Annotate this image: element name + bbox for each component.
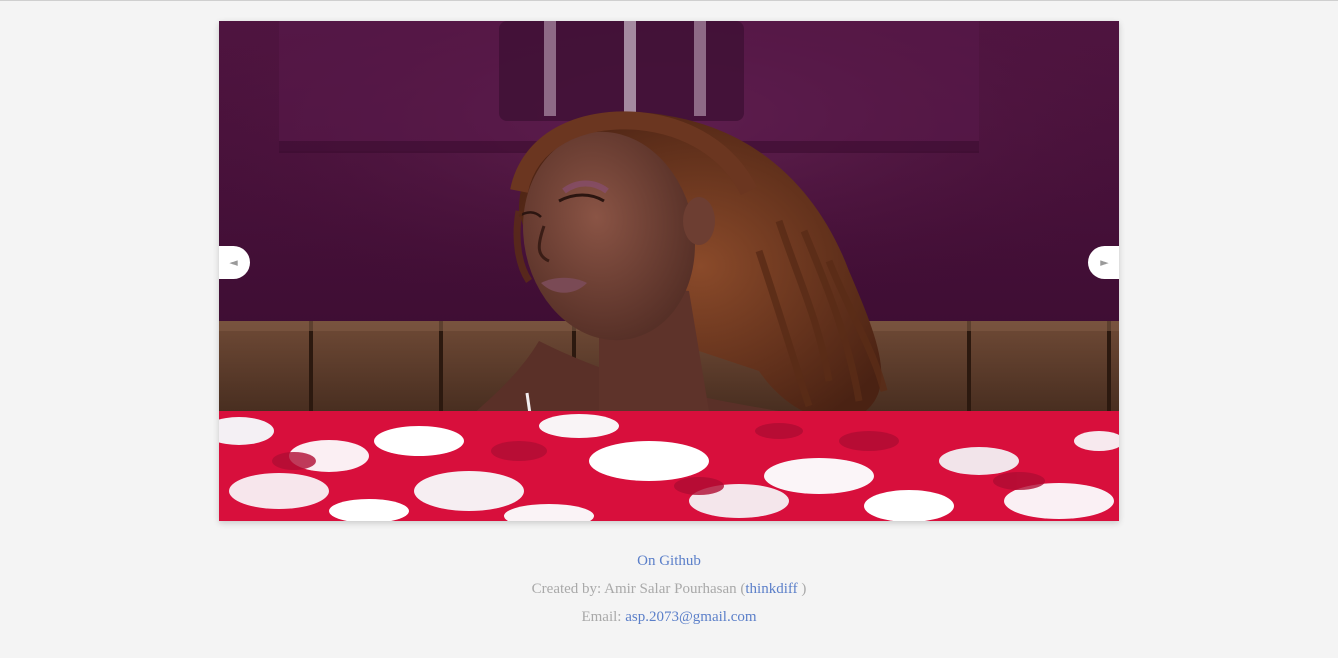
email-link[interactable]: asp.2073@gmail.com <box>625 609 756 625</box>
email-line: Email: asp.2073@gmail.com <box>0 605 1338 633</box>
credits-line: Created by: Amir Salar Pourhasan (thinkd… <box>0 577 1338 605</box>
top-divider <box>0 0 1338 1</box>
github-line: On Github <box>0 549 1338 577</box>
github-link[interactable]: On Github <box>637 553 701 569</box>
image-slider: ◄ ► <box>219 21 1119 521</box>
email-label: Email: <box>581 609 626 625</box>
author-handle-link[interactable]: thinkdiff <box>745 581 797 597</box>
arrow-right-icon: ► <box>1100 256 1109 269</box>
slide-photo <box>219 21 1119 521</box>
created-by-suffix: ) <box>797 581 807 597</box>
created-by-prefix: Created by: Amir Salar Pourhasan ( <box>531 581 746 597</box>
arrow-left-icon: ◄ <box>229 256 238 269</box>
page-footer: On Github Created by: Amir Salar Pourhas… <box>0 549 1338 633</box>
next-slide-button[interactable]: ► <box>1088 246 1119 279</box>
